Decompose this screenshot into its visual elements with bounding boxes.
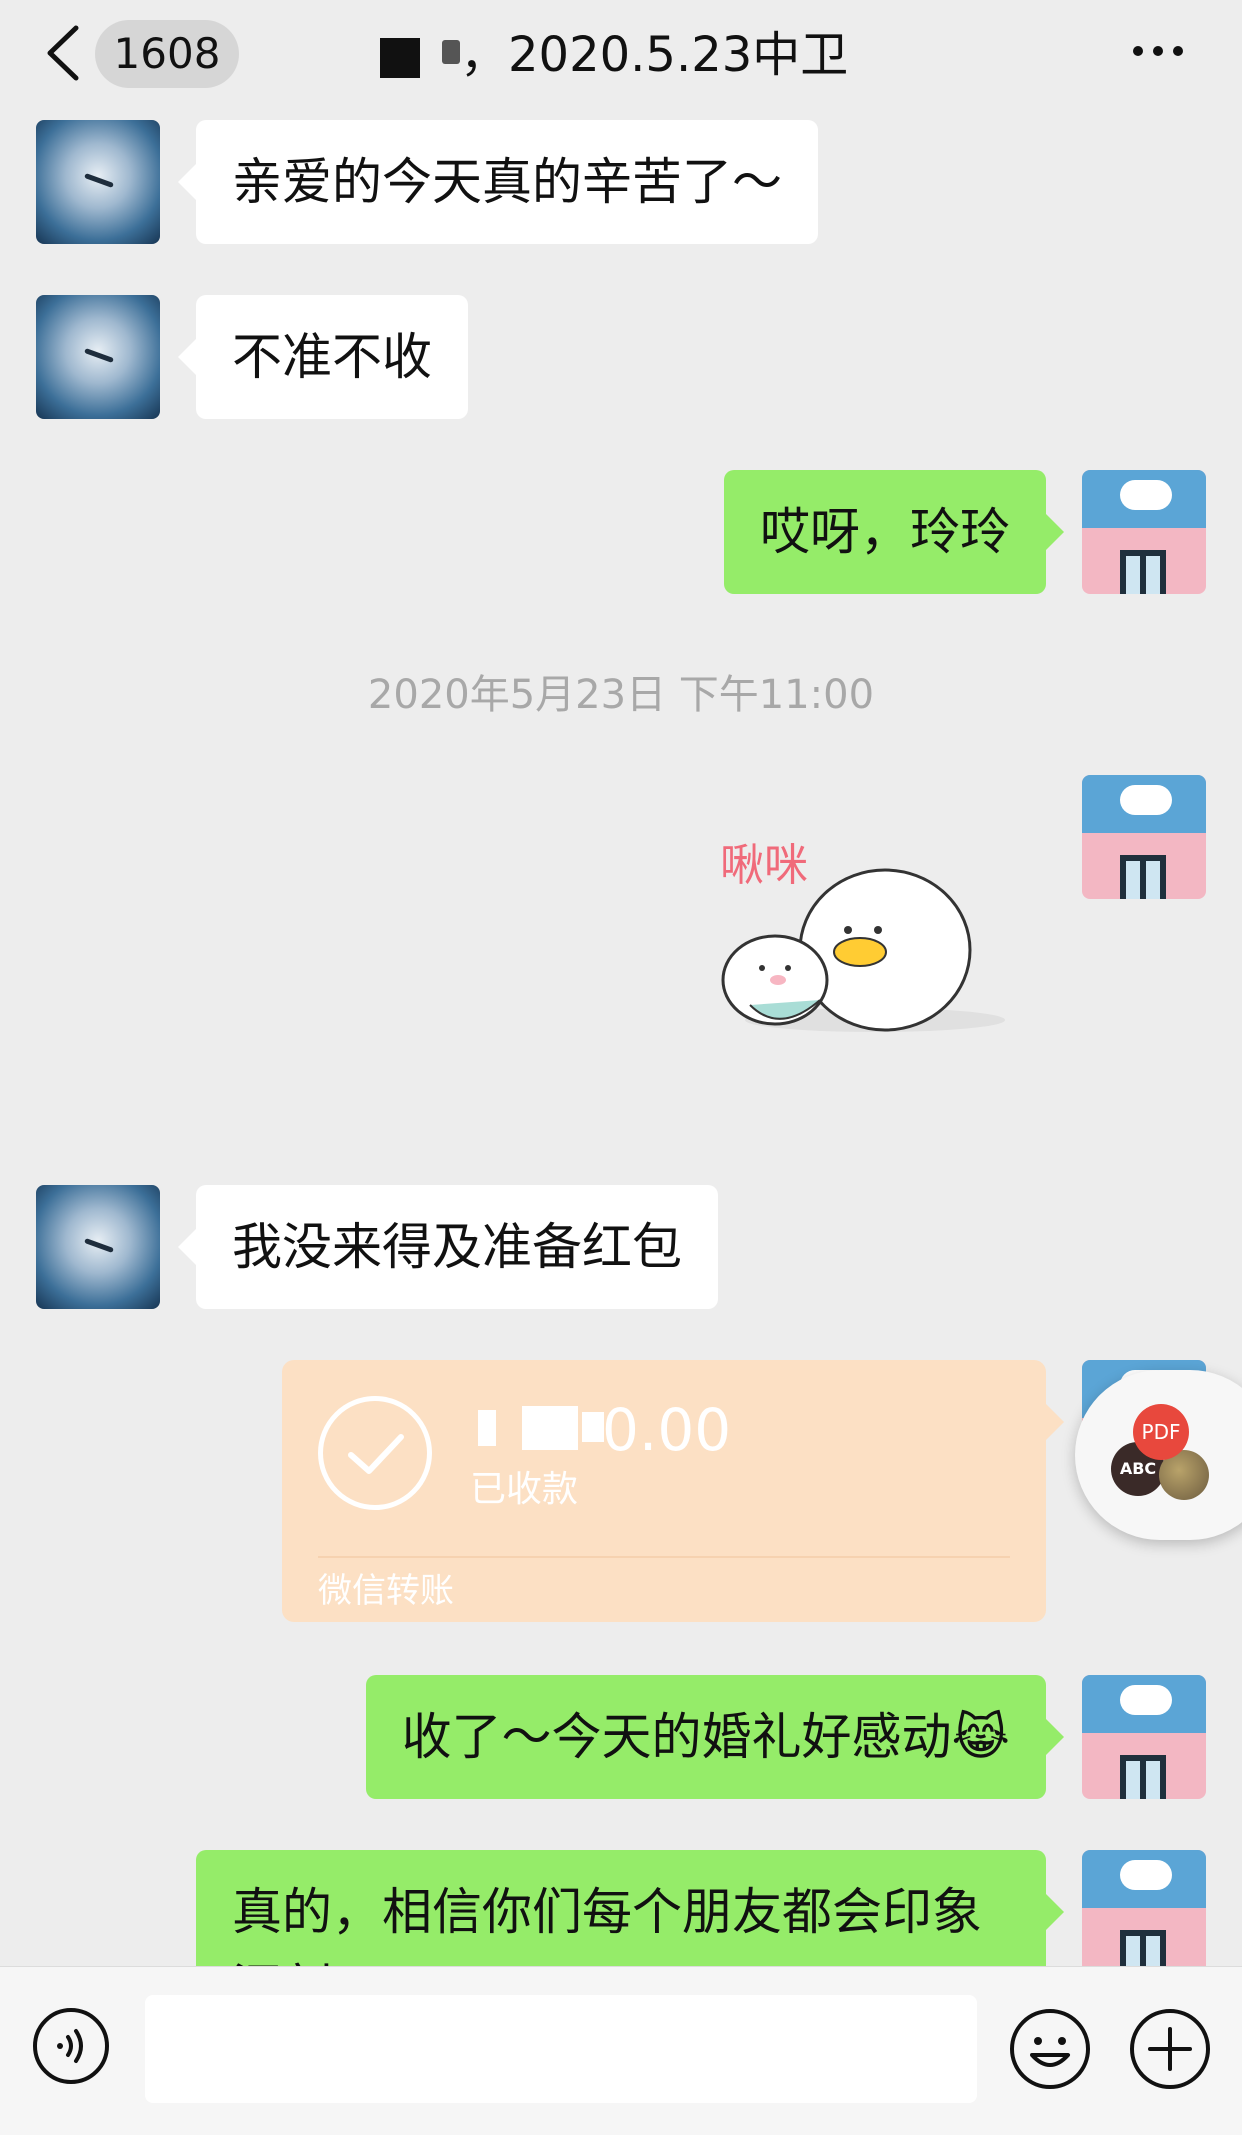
- back-chevron-icon[interactable]: [40, 22, 88, 84]
- transfer-amount: 0.00: [602, 1396, 732, 1464]
- more-options-icon[interactable]: [1128, 36, 1188, 66]
- message-bubble-received[interactable]: 亲爱的今天真的辛苦了～: [178, 120, 818, 244]
- contact-avatar[interactable]: [36, 120, 160, 244]
- my-avatar[interactable]: [1082, 1850, 1206, 1974]
- chat-header: 1608 ，2020.5.23中卫: [0, 0, 1242, 110]
- my-avatar[interactable]: [1082, 1675, 1206, 1799]
- redacted-amount-block: [582, 1412, 604, 1442]
- redacted-amount-block: [522, 1406, 578, 1450]
- emoji-icon[interactable]: [1008, 2007, 1092, 2091]
- message-text: 收了～今天的婚礼好感动😹: [401, 1708, 1010, 1766]
- card-divider: [318, 1556, 1010, 1558]
- message-bubble-sent[interactable]: 收了～今天的婚礼好感动😹: [365, 1675, 1064, 1799]
- message-bubble-received[interactable]: 我没来得及准备红包: [178, 1185, 718, 1309]
- pdf-badge-icon: PDF: [1133, 1404, 1189, 1460]
- redacted-name-block-2: [442, 40, 460, 64]
- voice-input-icon[interactable]: [32, 2007, 110, 2085]
- received-check-icon: [318, 1396, 432, 1510]
- chat-input-bar: [0, 1966, 1242, 2135]
- message-text: 我没来得及准备红包: [232, 1218, 682, 1276]
- duck-sticker[interactable]: 啾咪: [700, 830, 1020, 1090]
- floating-window-bubble[interactable]: ABC PDF: [1075, 1370, 1242, 1540]
- message-bubble-sent-clip: 真的，相信你们每个朋友都会印象深刻da: [196, 1850, 1046, 1966]
- wechat-transfer-card[interactable]: 0.00 已收款 微信转账: [282, 1360, 1064, 1622]
- message-text: 哎呀，玲玲: [760, 503, 1010, 561]
- message-text: 不准不收: [232, 328, 432, 386]
- contact-avatar[interactable]: [36, 295, 160, 419]
- message-input[interactable]: [145, 1995, 977, 2103]
- my-avatar[interactable]: [1082, 470, 1206, 594]
- message-bubble-sent[interactable]: 真的，相信你们每个朋友都会印象深刻da: [196, 1850, 1046, 1966]
- chat-title: ，2020.5.23中卫: [380, 20, 900, 90]
- bubble-tail: [1046, 1894, 1064, 1930]
- message-text: 真的，相信你们每个朋友都会印象深刻da: [232, 1883, 982, 1966]
- redacted-amount-block: [478, 1410, 496, 1446]
- contact-avatar[interactable]: [36, 1185, 160, 1309]
- sticker-text: 啾咪: [720, 840, 808, 891]
- my-avatar[interactable]: [1082, 775, 1206, 899]
- message-text: 亲爱的今天真的辛苦了～: [232, 153, 782, 211]
- redacted-name-block: [380, 38, 420, 78]
- time-divider: 2020年5月23日 下午11:00: [367, 672, 875, 718]
- chat-title-text: ，2020.5.23中卫: [460, 27, 849, 83]
- transfer-status: 已收款: [470, 1469, 579, 1510]
- transfer-label: 微信转账: [318, 1571, 454, 1611]
- message-bubble-sent[interactable]: 哎呀，玲玲: [724, 470, 1064, 594]
- message-bubble-received[interactable]: 不准不收: [178, 295, 468, 419]
- unread-count-badge[interactable]: 1608: [95, 20, 239, 88]
- add-more-icon[interactable]: [1128, 2007, 1212, 2091]
